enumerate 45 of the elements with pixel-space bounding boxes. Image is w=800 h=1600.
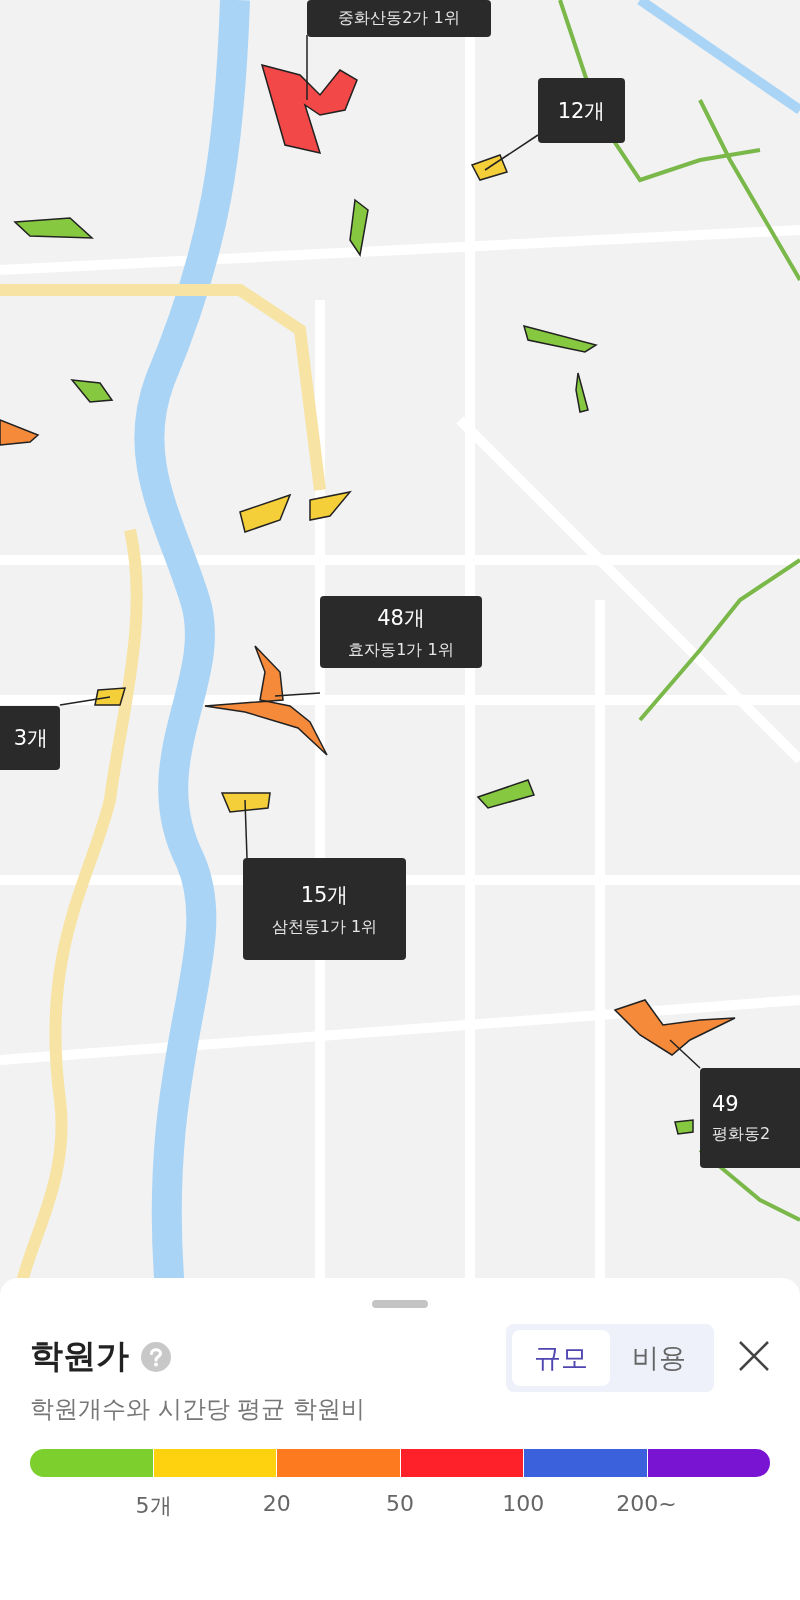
leader-line xyxy=(669,1039,701,1069)
leader-line xyxy=(244,799,248,859)
region-polygon[interactable] xyxy=(613,999,736,1056)
legend-tick-label: 5개 xyxy=(134,1492,173,1520)
leader-line xyxy=(484,134,539,171)
academy-count: 3개 xyxy=(13,725,48,752)
region-polygon[interactable] xyxy=(239,493,292,533)
top-district-label: 중화산동2가 1위 xyxy=(338,8,460,29)
drag-handle[interactable] xyxy=(372,1300,428,1308)
leader-line xyxy=(274,692,321,697)
count-callout[interactable]: 15개 삼천동1가 1위 xyxy=(243,858,406,960)
region-polygon[interactable] xyxy=(13,217,94,239)
academy-count: 12개 xyxy=(557,97,606,125)
leader-line xyxy=(59,696,111,706)
segment-tab[interactable]: 비용 xyxy=(610,1330,708,1386)
count-callout[interactable]: 48개 효자동1가 1위 xyxy=(320,596,482,668)
region-polygon[interactable] xyxy=(575,372,589,413)
region-polygon[interactable] xyxy=(0,418,40,446)
leader-line xyxy=(306,34,308,101)
top-district-label: 효자동1가 1위 xyxy=(348,639,454,661)
region-polygon[interactable] xyxy=(349,198,369,257)
academy-count: 48개 xyxy=(377,604,425,632)
region-polygon[interactable] xyxy=(522,324,598,353)
top-district-label: 평화동2 xyxy=(712,1123,771,1145)
academy-count: 15개 xyxy=(300,881,349,909)
count-callout[interactable]: 12개 xyxy=(538,78,625,143)
legend-tick-label: 20 xyxy=(261,1491,292,1518)
legend-tick-label: 200~ xyxy=(616,1491,677,1518)
sheet-title: 학원가 xyxy=(30,1335,129,1377)
segment-tab[interactable]: 규모 xyxy=(512,1330,610,1386)
legend-tick-label: 100 xyxy=(501,1491,546,1518)
region-polygon[interactable] xyxy=(260,63,358,155)
count-callout[interactable]: 49 평화동2 xyxy=(700,1068,800,1168)
count-callout[interactable]: 중화산동2가 1위 xyxy=(307,0,491,37)
legend-tick-label: 50 xyxy=(384,1491,415,1518)
region-polygon[interactable] xyxy=(470,154,508,181)
top-district-label: 삼천동1가 1위 xyxy=(271,916,378,938)
region-polygon[interactable] xyxy=(70,379,114,403)
region-polygon[interactable] xyxy=(204,645,328,756)
region-polygon[interactable] xyxy=(476,779,535,809)
sheet-subtitle: 학원개수와 시간당 평균 학원비 xyxy=(30,1394,366,1425)
count-callout[interactable]: 3개 xyxy=(0,706,60,770)
close-icon[interactable] xyxy=(738,1340,770,1372)
region-polygon[interactable] xyxy=(309,490,352,521)
academy-count: 49 xyxy=(712,1091,739,1116)
